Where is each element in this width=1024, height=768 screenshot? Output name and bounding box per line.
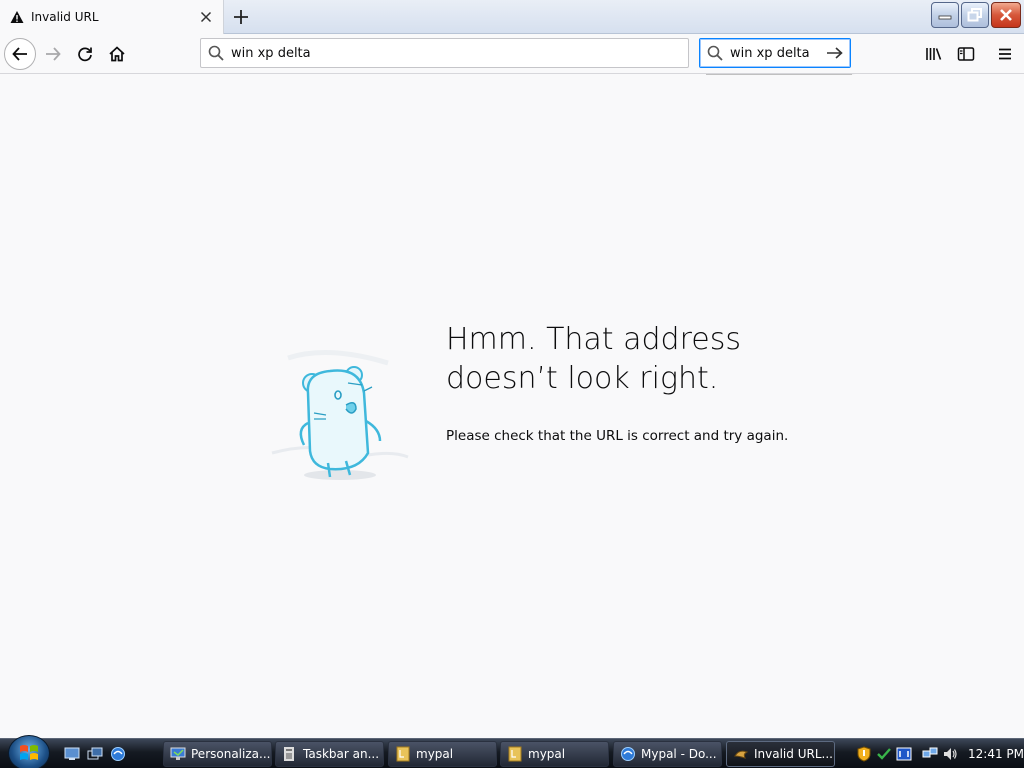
safely-remove-icon[interactable] — [876, 746, 892, 762]
window-controls — [931, 2, 1021, 28]
hamburger-menu-icon — [999, 48, 1011, 60]
url-bar[interactable] — [200, 38, 689, 68]
taskbar-button-6[interactable]: Invalid URL... — [726, 741, 835, 767]
start-button[interactable] — [8, 735, 50, 768]
taskbar-button-1[interactable]: Personaliza... — [163, 741, 272, 767]
search-input[interactable] — [730, 45, 820, 61]
search-go-arrow-icon[interactable] — [820, 45, 850, 61]
warning-icon — [10, 10, 24, 24]
show-desktop-icon[interactable] — [63, 745, 81, 763]
menu-button[interactable] — [989, 38, 1021, 70]
taskbar-properties-icon — [282, 746, 298, 762]
monitor-icon — [170, 746, 186, 762]
taskbar-button-label: Invalid URL... — [754, 747, 833, 761]
restore-icon — [967, 8, 982, 22]
taskbar-button-label: Mypal - Do... — [641, 747, 717, 761]
error-heading-line-1: Hmm. That address — [446, 322, 741, 357]
close-window-button[interactable] — [991, 2, 1021, 28]
error-heading-line-2: doesn’t look right. — [446, 361, 719, 396]
library-button[interactable] — [918, 38, 950, 70]
taskbar-button-3[interactable]: mypal — [388, 741, 497, 767]
sidebar-icon — [957, 47, 975, 61]
taskbar-button-label: mypal — [528, 747, 566, 761]
error-page: Hmm. That address doesn’t look right. Pl… — [0, 75, 1024, 738]
forward-arrow-icon — [46, 47, 61, 61]
reload-button[interactable] — [69, 38, 101, 70]
taskbar-button-label: mypal — [416, 747, 454, 761]
network-icon[interactable] — [922, 746, 938, 762]
forward-button[interactable] — [37, 38, 69, 70]
tab-strip: Invalid URL — [0, 0, 1024, 34]
home-icon — [109, 46, 125, 62]
close-icon — [1000, 9, 1012, 21]
library-icon — [926, 48, 942, 60]
search-icon — [201, 45, 231, 61]
taskbar-button-2[interactable]: Taskbar an... — [275, 741, 384, 767]
restore-button[interactable] — [961, 2, 989, 28]
error-heading: Hmm. That address doesn’t look right. — [446, 320, 846, 398]
error-mascot-illustration — [268, 343, 410, 485]
url-input[interactable] — [231, 45, 688, 61]
error-description: Please check that the URL is correct and… — [446, 428, 789, 444]
volume-icon[interactable] — [942, 746, 958, 762]
language-bar-icon[interactable] — [896, 746, 912, 762]
clock[interactable]: 12:41 PM — [968, 747, 1024, 761]
minimize-icon — [938, 15, 952, 20]
switch-windows-icon[interactable] — [86, 745, 104, 763]
windows-logo-icon — [20, 745, 38, 760]
navigation-toolbar — [0, 34, 1024, 74]
tab-title: Invalid URL — [31, 10, 99, 24]
browser-quicklaunch-icon[interactable] — [109, 745, 127, 763]
reload-icon — [78, 47, 92, 62]
tab-invalid-url[interactable]: Invalid URL — [0, 0, 224, 34]
minimize-button[interactable] — [931, 2, 959, 28]
new-tab-button[interactable] — [229, 5, 253, 29]
mypal-icon — [733, 746, 749, 762]
tab-close-icon[interactable] — [195, 6, 217, 28]
search-engine-icon[interactable] — [700, 45, 730, 61]
back-button[interactable] — [4, 38, 36, 70]
taskbar-button-label: Taskbar an... — [303, 747, 380, 761]
windows-taskbar: Personaliza... Taskbar an... mypal mypal… — [0, 735, 1024, 768]
folder-icon — [395, 746, 411, 762]
home-button[interactable] — [101, 38, 133, 70]
back-arrow-icon — [12, 47, 27, 61]
system-tray: 12:41 PM — [852, 739, 1024, 768]
taskbar-button-4[interactable]: mypal — [500, 741, 609, 767]
plus-icon — [234, 10, 248, 24]
browser-icon — [620, 746, 636, 762]
sidebar-toggle-button[interactable] — [950, 38, 982, 70]
security-shield-icon[interactable] — [856, 746, 872, 762]
taskbar-button-label: Personaliza... — [191, 747, 271, 761]
taskbar-button-5[interactable]: Mypal - Do... — [613, 741, 722, 767]
folder-icon — [507, 746, 523, 762]
search-bar[interactable] — [699, 38, 851, 68]
